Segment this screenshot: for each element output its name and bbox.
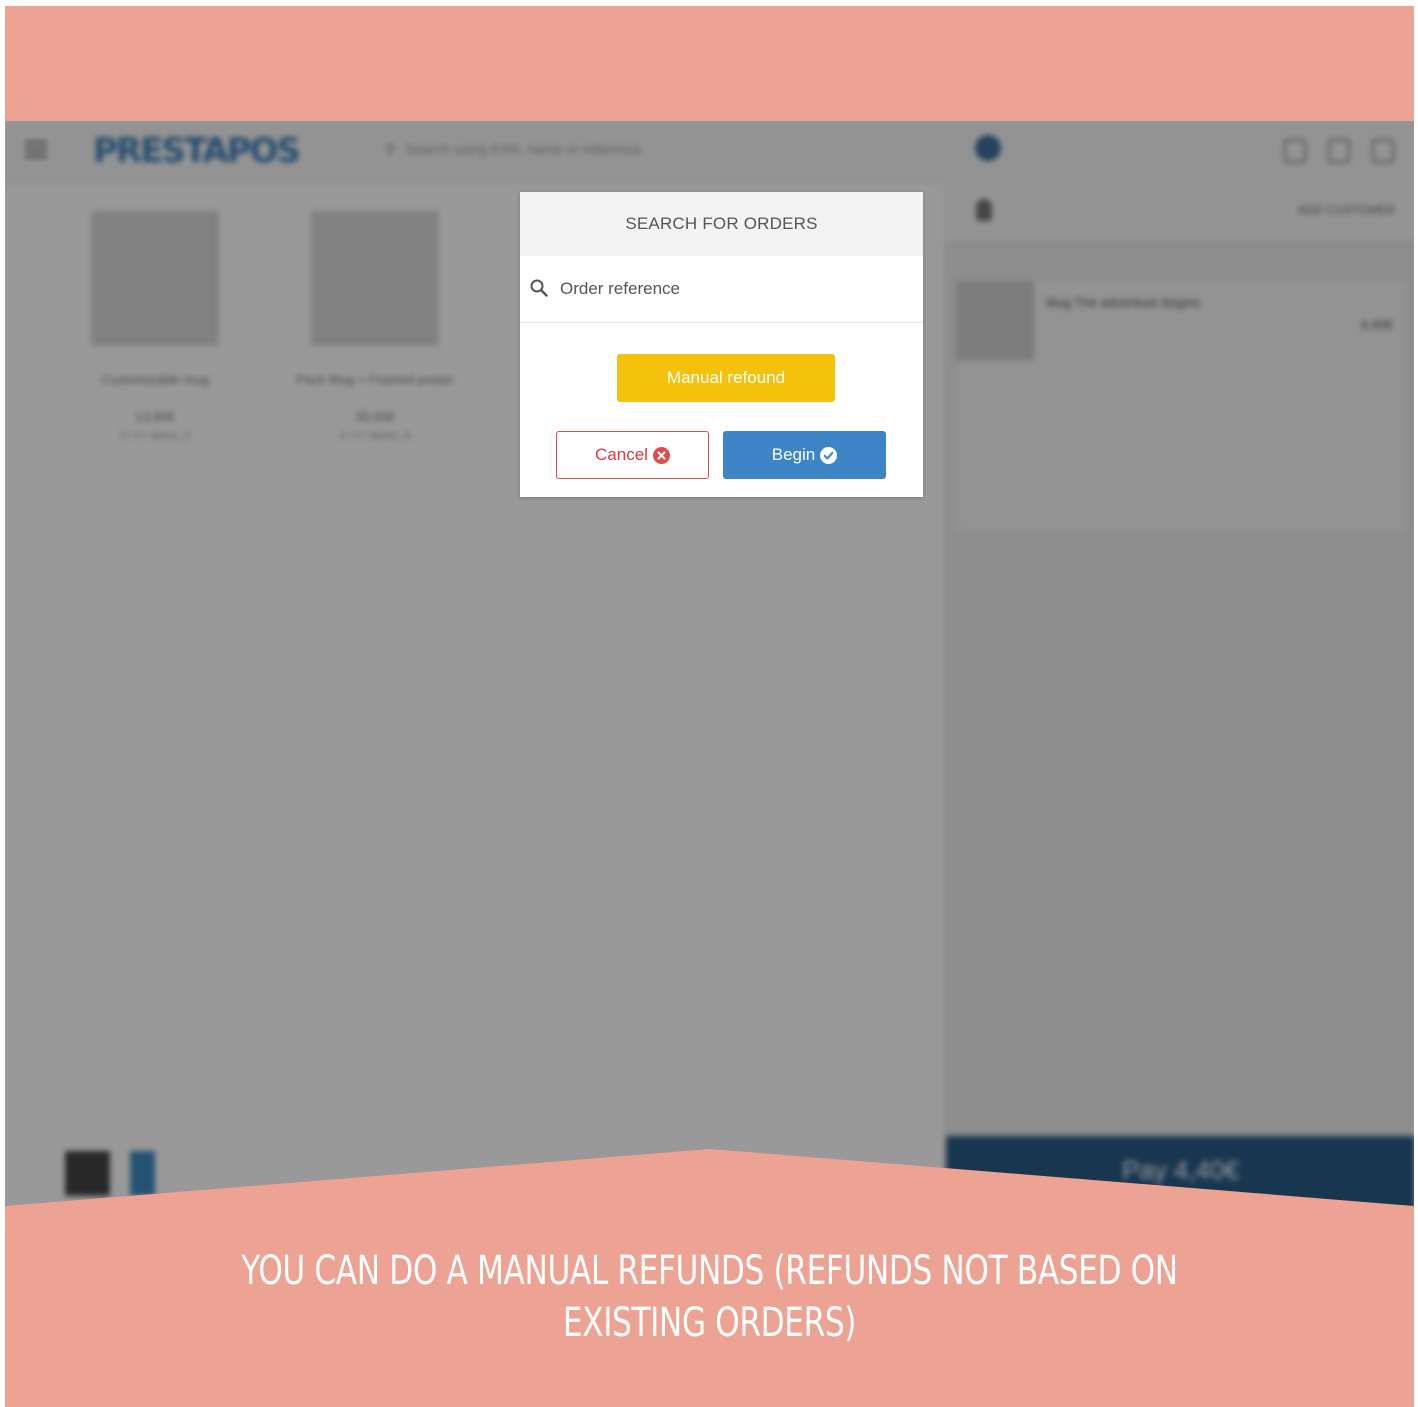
caption-line-1: YOU CAN DO A MANUAL REFUNDS (REFUNDS NOT… [241,1248,1178,1294]
check-circle-icon [820,446,838,464]
caption: YOU CAN DO A MANUAL REFUNDS (REFUNDS NOT… [207,1245,1212,1349]
pos-app: PRESTAPOS ⚲ Search using EAN, name or ref… [5,121,1414,1216]
begin-label: Begin [771,445,816,464]
top-band [5,6,1414,121]
search-orders-modal: SEARCH FOR ORDERS Manual refound Cancel [520,192,923,497]
search-icon [530,279,548,297]
close-circle-icon [652,446,670,464]
order-reference-input[interactable] [560,274,900,304]
caption-line-2: EXISTING ORDERS) [562,1300,857,1346]
order-search-row [520,256,923,323]
cancel-button[interactable]: Cancel [556,431,709,479]
begin-button[interactable]: Begin [723,431,886,479]
promo-frame: PRESTAPOS ⚲ Search using EAN, name or ref… [5,6,1414,1407]
modal-title: SEARCH FOR ORDERS [520,192,923,256]
manual-refund-button[interactable]: Manual refound [617,354,835,402]
cancel-label: Cancel [595,445,648,464]
